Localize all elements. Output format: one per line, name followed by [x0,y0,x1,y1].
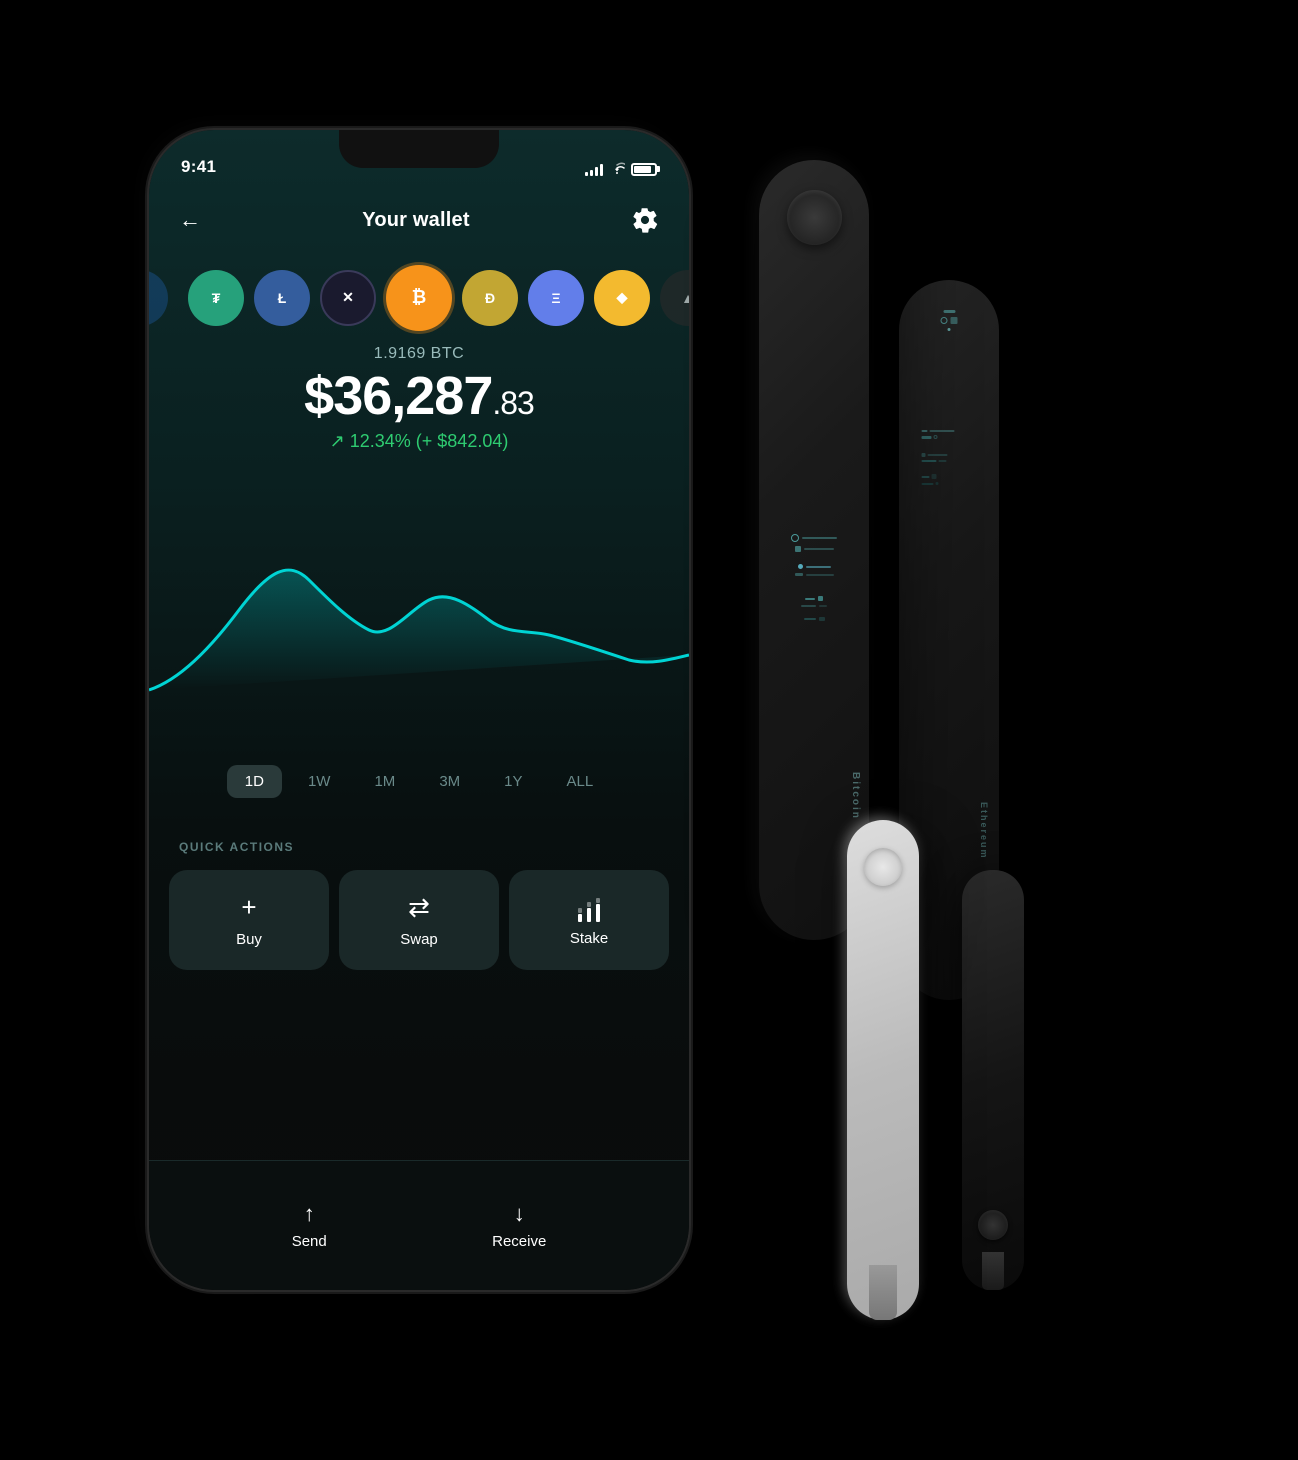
coin-ethereum[interactable]: Ξ [528,270,584,326]
status-time: 9:41 [181,157,216,177]
quick-actions-label: QUICK ACTIONS [179,840,294,854]
time-btn-1d[interactable]: 1D [227,765,282,798]
buy-button[interactable]: + Buy [169,870,329,970]
price-chart [149,490,689,750]
signal-icon [585,162,603,176]
time-btn-3m[interactable]: 3M [421,765,478,798]
price-main: $36,287.83 [149,369,689,423]
swap-label: Swap [400,931,438,948]
send-label: Send [292,1233,327,1250]
receive-icon: ↓ [514,1201,525,1227]
buy-label: Buy [236,931,262,948]
send-icon: ↑ [304,1201,315,1227]
time-btn-1w[interactable]: 1W [290,765,349,798]
ledger-nano-x-left: Bitcoin [759,160,869,940]
time-btn-all[interactable]: ALL [549,765,612,798]
receive-button[interactable]: ↓ Receive [492,1201,546,1250]
coin-litecoin[interactable]: Ł [254,270,310,326]
time-btn-1m[interactable]: 1M [356,765,413,798]
status-icons [585,161,657,177]
stake-label: Stake [570,930,608,947]
coin-dogecoin[interactable]: Ð [462,270,518,326]
nano-s-button[interactable] [978,1210,1008,1240]
back-button[interactable]: ← [179,207,201,233]
bitcoin-label: Bitcoin [850,772,861,820]
coin-binance[interactable]: ◆ [594,270,650,326]
page-title: Your wallet [362,209,469,232]
coin-partial[interactable]: ◈ [149,270,168,326]
ledger-button-top[interactable] [787,190,842,245]
receive-label: Receive [492,1233,546,1250]
coin-tether[interactable]: ₮ [188,270,244,326]
swap-button[interactable]: ⇄ Swap [339,870,499,970]
wifi-icon [609,161,625,177]
phone-screen: 9:41 [149,130,689,1290]
scene: 9:41 [99,80,1199,1380]
nano-s-connector [982,1252,1004,1290]
coin-xrp[interactable]: ✕ [320,270,376,326]
header: ← Your wallet [149,190,689,250]
swap-icon: ⇄ [408,892,430,923]
battery-icon [631,163,657,176]
coin-bitcoin-active[interactable]: ₿ [386,265,452,331]
price-section: 1.9169 BTC $36,287.83 ↗ 12.34% (+ $842.0… [149,345,689,452]
notch [339,130,499,168]
bottom-bar: ↑ Send ↓ Receive [149,1160,689,1290]
time-btn-1y[interactable]: 1Y [486,765,540,798]
quick-actions: + Buy ⇄ Swap [169,870,669,970]
stake-icon [575,894,603,922]
ledger-nano-s-black [962,870,1024,1290]
coin-row: ◈ ₮ Ł ✕ ₿ Ð Ξ ◆ ▲ [149,260,689,335]
ethereum-label: Ethereum [979,802,989,860]
phone: 9:41 [149,130,689,1290]
settings-button[interactable] [631,206,659,234]
price-change: ↗ 12.34% (+ $842.04) [149,431,689,452]
time-selector: 1D 1W 1M 3M 1Y ALL [149,765,689,798]
nano-white-connector [869,1265,897,1320]
nano-white-button[interactable] [864,848,902,886]
btc-amount: 1.9169 BTC [149,345,689,363]
send-button[interactable]: ↑ Send [292,1201,327,1250]
ledger-nano-white [847,820,919,1320]
stake-button[interactable]: Stake [509,870,669,970]
coin-algo[interactable]: ▲ [660,270,689,326]
plus-icon: + [241,892,256,923]
